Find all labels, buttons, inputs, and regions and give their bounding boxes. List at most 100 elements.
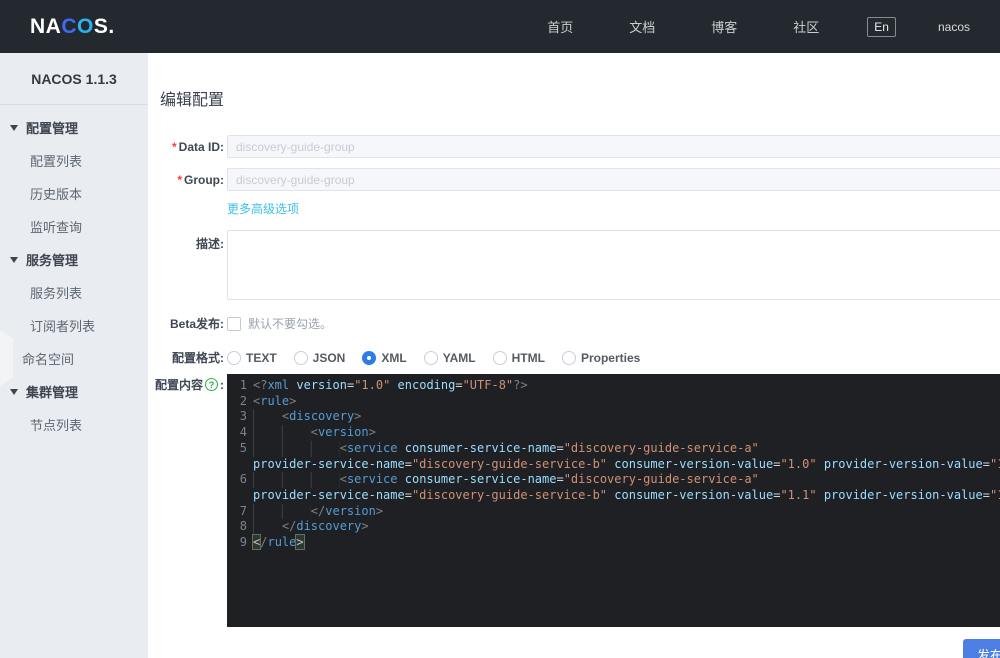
code-text: <version> bbox=[253, 425, 376, 441]
code-text: provider-service-name="discovery-guide-s… bbox=[253, 456, 1000, 471]
help-icon[interactable]: ? bbox=[205, 378, 218, 391]
radio-icon bbox=[293, 350, 308, 365]
code-line: 9 </rule> bbox=[227, 534, 1000, 551]
top-nav-link[interactable]: 首页 bbox=[547, 17, 573, 36]
sidebar-item-label: 配置列表 bbox=[30, 154, 83, 169]
code-line: 7 </version> bbox=[227, 503, 1000, 520]
line-number: 3 bbox=[239, 409, 247, 424]
format-radio-properties[interactable]: Properties bbox=[561, 350, 640, 365]
code-text: <rule> bbox=[253, 393, 297, 408]
line-number bbox=[227, 488, 253, 504]
code-line: 1 <?xml version="1.0" encoding="UTF-8"?> bbox=[227, 378, 1000, 394]
sidebar-item[interactable]: 服务管理 bbox=[0, 243, 148, 276]
sidebar-item[interactable]: 订阅者列表 bbox=[0, 309, 148, 342]
code-text: <service consumer-service-name="discover… bbox=[253, 472, 759, 488]
top-nav-link[interactable]: 博客 bbox=[711, 17, 737, 36]
code-line: provider-service-name="discovery-guide-s… bbox=[227, 457, 1000, 473]
required-asterisk: * bbox=[177, 172, 182, 187]
code-line: 2 <rule> bbox=[227, 394, 1000, 410]
radio-icon bbox=[492, 350, 507, 365]
sidebar-item[interactable]: 命名空间 bbox=[0, 342, 148, 375]
sidebar-item-label: 命名空间 bbox=[22, 352, 75, 367]
radio-label: JSON bbox=[312, 350, 346, 365]
chevron-down-icon bbox=[10, 124, 18, 131]
format-radio-text[interactable]: TEXT bbox=[227, 350, 277, 365]
data-id-row: * Data ID: bbox=[160, 135, 1000, 158]
description-textarea[interactable] bbox=[227, 230, 1000, 300]
code-line: 3 <discovery> bbox=[227, 409, 1000, 426]
action-bar: 发布 返回 bbox=[160, 639, 1000, 658]
logo-letter: S. bbox=[93, 14, 115, 38]
description-label: 描述: bbox=[196, 237, 224, 251]
publish-button[interactable]: 发布 bbox=[963, 639, 1000, 658]
content-row: 配置内容?: 1 <?xml version="1.0" encoding="UT… bbox=[155, 374, 1000, 627]
format-label: 配置格式: bbox=[172, 351, 224, 365]
radio-icon bbox=[227, 350, 241, 365]
nacos-logo[interactable]: NACOS. bbox=[30, 15, 115, 39]
radio-icon bbox=[561, 350, 576, 365]
radio-icon bbox=[362, 350, 377, 365]
sidebar-item[interactable]: 集群管理 bbox=[0, 375, 148, 408]
data-id-label: * Data ID: bbox=[171, 139, 224, 154]
line-number: 9 bbox=[239, 535, 247, 550]
beta-checkbox[interactable] bbox=[227, 316, 241, 331]
top-nav-links: 首页 文档 博客 社区 bbox=[491, 17, 819, 36]
logo-letter: C bbox=[61, 14, 78, 38]
format-radio-yaml[interactable]: YAML bbox=[423, 350, 476, 365]
chevron-down-icon bbox=[10, 256, 18, 263]
more-advanced-options-link[interactable]: 更多高级选项 bbox=[227, 202, 299, 216]
top-navbar: NACOS. 首页 文档 博客 社区 En nacos bbox=[0, 0, 1000, 53]
line-number bbox=[227, 457, 253, 473]
code-text: </version> bbox=[253, 503, 383, 520]
page-title: 编辑配置 bbox=[160, 92, 225, 109]
sidebar-collapse-handle[interactable] bbox=[0, 330, 13, 386]
advanced-options-row: 更多高级选项 bbox=[227, 200, 1000, 218]
code-editor[interactable]: 1 <?xml version="1.0" encoding="UTF-8"?> 2… bbox=[227, 374, 1000, 627]
format-radio-xml[interactable]: XML bbox=[362, 350, 407, 365]
sidebar-item-label: 节点列表 bbox=[30, 418, 83, 433]
code-text: <?xml version="1.0" encoding="UTF-8"?> bbox=[253, 378, 528, 392]
beta-hint: 默认不要勾选。 bbox=[248, 317, 333, 331]
sidebar-item[interactable]: 配置管理 bbox=[0, 111, 148, 144]
sidebar-item[interactable]: 配置列表 bbox=[0, 144, 148, 177]
sidebar-item-label: 集群管理 bbox=[26, 385, 79, 400]
top-nav-link[interactable]: 社区 bbox=[793, 17, 819, 36]
logo-letter: O bbox=[77, 14, 94, 38]
radio-icon bbox=[423, 350, 438, 365]
group-row: * Group: bbox=[160, 168, 1000, 191]
code-line: 5 <service consumer-service-name="discov… bbox=[227, 440, 1000, 457]
radio-label: HTML bbox=[511, 350, 545, 365]
line-number: 8 bbox=[239, 519, 247, 534]
data-id-input[interactable] bbox=[227, 135, 1000, 158]
sidebar-item[interactable]: 节点列表 bbox=[0, 408, 148, 441]
username-menu[interactable]: nacos bbox=[938, 20, 970, 34]
format-row: 配置格式: TEXT JSON XML YAML HTML Properties bbox=[160, 349, 1000, 366]
code-text: <discovery> bbox=[253, 409, 361, 426]
chevron-down-icon bbox=[10, 388, 18, 395]
sidebar-item-label: 订阅者列表 bbox=[30, 319, 96, 334]
code-text: </rule> bbox=[251, 534, 305, 551]
format-radio-html[interactable]: HTML bbox=[492, 350, 545, 365]
edit-config-form: *Data ID: *Group: 更多高级选项 描述: Beta发布: 默认不… bbox=[155, 135, 1000, 658]
description-row: 描述: bbox=[160, 230, 1000, 305]
sidebar-item-label: 配置管理 bbox=[26, 121, 79, 136]
sidebar-item[interactable]: 历史版本 bbox=[0, 177, 148, 210]
code-text: <service consumer-service-name="discover… bbox=[253, 440, 759, 457]
sidebar: NACOS 1.1.3 配置管理 配置列表 历史版本 监听查询 服务管理 服务列表 订阅者列… bbox=[0, 53, 148, 658]
sidebar-item[interactable]: 服务列表 bbox=[0, 276, 148, 309]
line-number: 4 bbox=[239, 425, 247, 440]
language-toggle-button[interactable]: En bbox=[867, 16, 896, 37]
beta-label: Beta发布: bbox=[169, 317, 224, 331]
format-radio-group: TEXT JSON XML YAML HTML Properties bbox=[227, 350, 1000, 365]
line-number: 7 bbox=[239, 503, 247, 518]
top-nav-link[interactable]: 文档 bbox=[629, 17, 655, 36]
format-radio-json[interactable]: JSON bbox=[293, 350, 346, 365]
code-text: </discovery> bbox=[253, 519, 369, 536]
beta-row: Beta发布: 默认不要勾选。 bbox=[160, 315, 1000, 332]
logo-letter: NA bbox=[30, 14, 62, 38]
group-input[interactable] bbox=[227, 168, 1000, 191]
line-number: 5 bbox=[239, 440, 247, 455]
line-number: 6 bbox=[239, 472, 247, 487]
radio-label: TEXT bbox=[246, 350, 277, 365]
sidebar-item[interactable]: 监听查询 bbox=[0, 210, 148, 243]
